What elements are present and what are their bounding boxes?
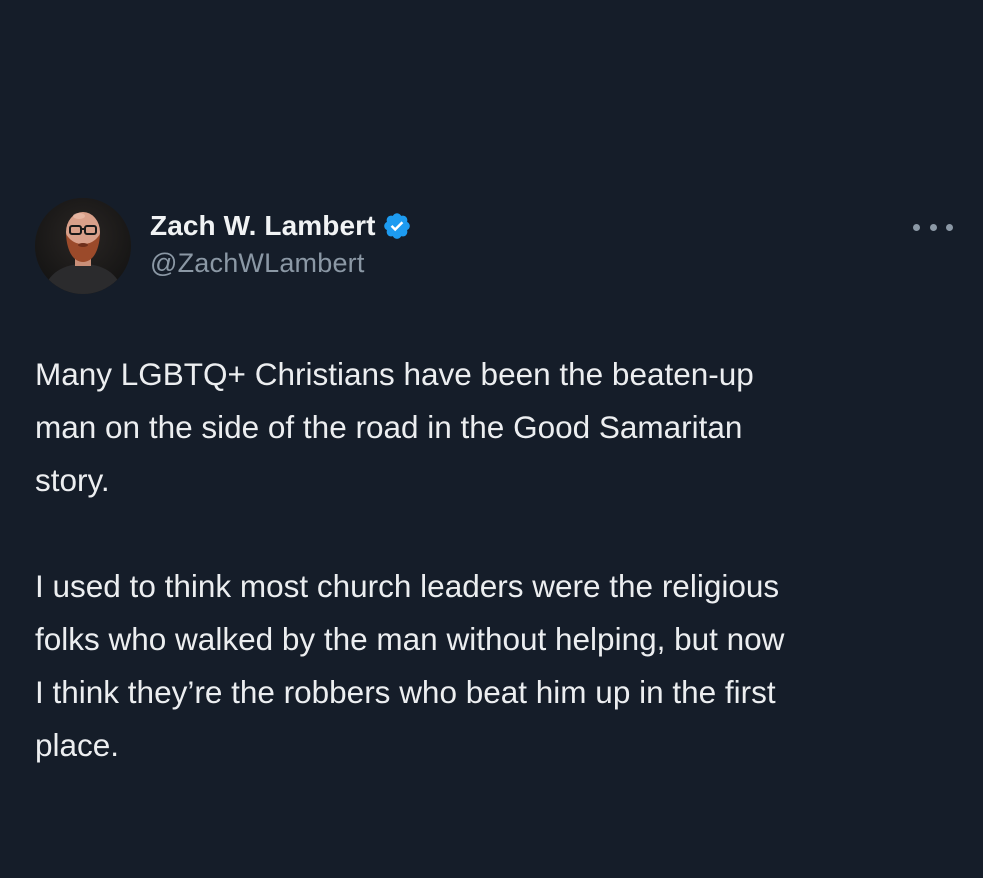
more-dot (929, 223, 937, 231)
verified-badge-icon[interactable] (382, 211, 412, 241)
name-row: Zach W. Lambert (150, 208, 412, 244)
author-handle[interactable]: @ZachWLambert (150, 248, 412, 279)
tweet-paragraph: Many LGBTQ+ Christians have been the bea… (35, 356, 754, 498)
tweet-paragraph: I used to think most church leaders were… (35, 568, 785, 763)
tweet-card: Zach W. Lambert @ZachWLambert Many LGBTQ… (0, 0, 983, 878)
more-options-icon[interactable] (913, 214, 953, 240)
tweet-body: Many LGBTQ+ Christians have been the bea… (35, 348, 935, 772)
more-dot (946, 223, 953, 231)
tweet-header: Zach W. Lambert @ZachWLambert (35, 198, 953, 294)
avatar[interactable] (35, 198, 131, 294)
avatar-image (35, 198, 131, 294)
author-block: Zach W. Lambert @ZachWLambert (150, 208, 412, 279)
more-dot (913, 223, 920, 231)
author-display-name[interactable]: Zach W. Lambert (150, 210, 376, 242)
